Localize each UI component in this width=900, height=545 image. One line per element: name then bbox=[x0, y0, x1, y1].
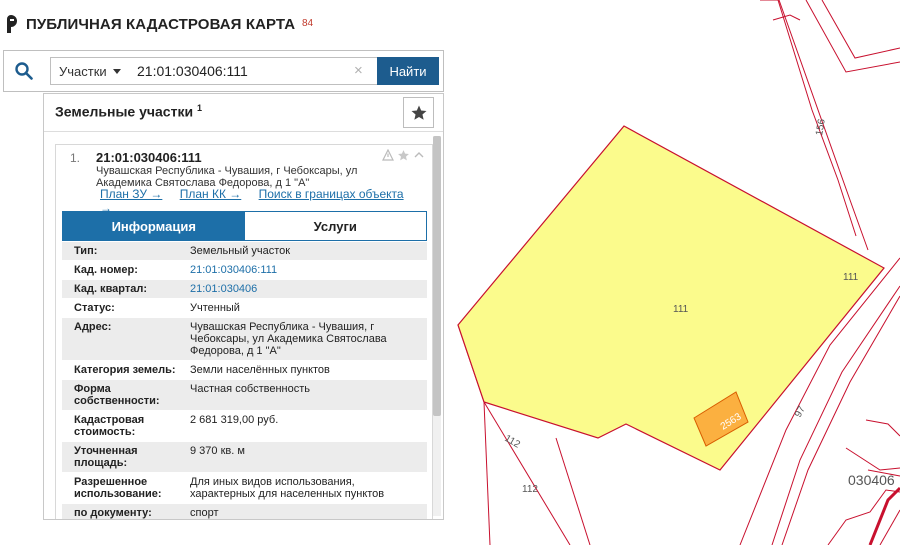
results-panel: Земельные участки 1 1. 21:01:030406:111 … bbox=[43, 93, 444, 520]
link-plan-kk[interactable]: План КК → bbox=[180, 187, 242, 201]
table-row: Адрес: Чувашская Республика - Чувашия, г … bbox=[62, 318, 427, 361]
warning-icon[interactable] bbox=[382, 149, 394, 161]
favorites-button[interactable] bbox=[403, 97, 434, 128]
parcel-outline bbox=[845, 447, 900, 471]
parcel-outline bbox=[805, 0, 900, 73]
search-type-label: Участки bbox=[59, 63, 107, 79]
quarter-label: 030406 bbox=[848, 472, 895, 488]
tab-information[interactable]: Информация bbox=[63, 212, 245, 240]
search-bar: Участки × Найти bbox=[3, 50, 444, 92]
scrollbar-thumb[interactable] bbox=[433, 136, 441, 416]
parcel-outline bbox=[555, 437, 591, 545]
cad-quarter-link[interactable]: 21:01:030406 bbox=[182, 280, 427, 298]
item-address: Чувашская Республика - Чувашия, г Чебокс… bbox=[96, 165, 358, 189]
table-row: Категория земель: Земли населённых пункто… bbox=[62, 361, 427, 380]
chevron-up-icon[interactable] bbox=[413, 149, 425, 161]
search-icon bbox=[15, 62, 33, 80]
road-boundary bbox=[777, 0, 857, 237]
search-type-select[interactable]: Участки bbox=[50, 57, 126, 85]
item-number: 1. bbox=[70, 151, 81, 165]
parcel-label-112: 112 bbox=[503, 433, 523, 451]
table-row: Кадастровая стоимость: 2 681 319,00 руб. bbox=[62, 411, 427, 442]
table-row: Кад. номер: 21:01:030406:111 bbox=[62, 261, 427, 280]
parcel-label-112-b: 112 bbox=[522, 484, 538, 495]
star-icon[interactable] bbox=[397, 149, 410, 162]
find-button[interactable]: Найти bbox=[377, 57, 439, 85]
star-icon bbox=[411, 105, 426, 120]
link-plan-zu[interactable]: План ЗУ → bbox=[100, 187, 162, 201]
app-version: 84 bbox=[302, 18, 314, 29]
parcel-outline bbox=[483, 401, 491, 545]
table-row: Форма собственности: Частная собственност… bbox=[62, 380, 427, 411]
table-row: Разрешенное использование: Для иных видов… bbox=[62, 473, 427, 504]
search-button[interactable] bbox=[4, 51, 44, 91]
table-row: Статус: Учтенный bbox=[62, 299, 427, 318]
table-row: Тип: Земельный участок bbox=[62, 242, 427, 261]
info-tabs: Информация Услуги bbox=[62, 211, 427, 241]
table-row: Уточненная площадь: 9 370 кв. м bbox=[62, 442, 427, 473]
table-row: по документу: спорт bbox=[62, 504, 427, 519]
parcel-label-111: 111 bbox=[673, 304, 689, 315]
table-row: Кад. квартал: 21:01:030406 bbox=[62, 280, 427, 299]
item-actions bbox=[382, 149, 425, 162]
chevron-down-icon bbox=[112, 68, 121, 74]
item-cad-number: 21:01:030406:111 bbox=[96, 150, 202, 165]
panel-title: Земельные участки 1 bbox=[55, 103, 202, 120]
app-header: ПУБЛИЧНАЯ КАДАСТРОВАЯ КАРТА 84 bbox=[0, 0, 440, 48]
panel-header: Земельные участки 1 bbox=[44, 94, 443, 132]
result-count: 1 bbox=[196, 103, 202, 113]
parcel-label-156: 156 bbox=[814, 118, 828, 137]
search-input[interactable] bbox=[125, 57, 378, 85]
app-title: ПУБЛИЧНАЯ КАДАСТРОВАЯ КАРТА bbox=[26, 16, 296, 33]
info-table: Тип: Земельный участок Кад. номер: 21:01:0… bbox=[62, 242, 427, 519]
parcel-outline bbox=[865, 419, 900, 437]
parcel-outline bbox=[772, 14, 801, 21]
logo-icon[interactable] bbox=[4, 14, 18, 34]
cad-number-link[interactable]: 21:01:030406:111 bbox=[182, 261, 427, 279]
result-card[interactable]: 1. 21:01:030406:111 Чувашская Республика… bbox=[55, 144, 433, 519]
tab-services[interactable]: Услуги bbox=[244, 212, 426, 240]
panel-scrollbar[interactable] bbox=[433, 136, 441, 516]
clear-search-icon[interactable]: × bbox=[354, 62, 363, 79]
road-label-97: 97 bbox=[793, 404, 808, 419]
parcel-label-111-edge: 111 bbox=[843, 272, 859, 283]
